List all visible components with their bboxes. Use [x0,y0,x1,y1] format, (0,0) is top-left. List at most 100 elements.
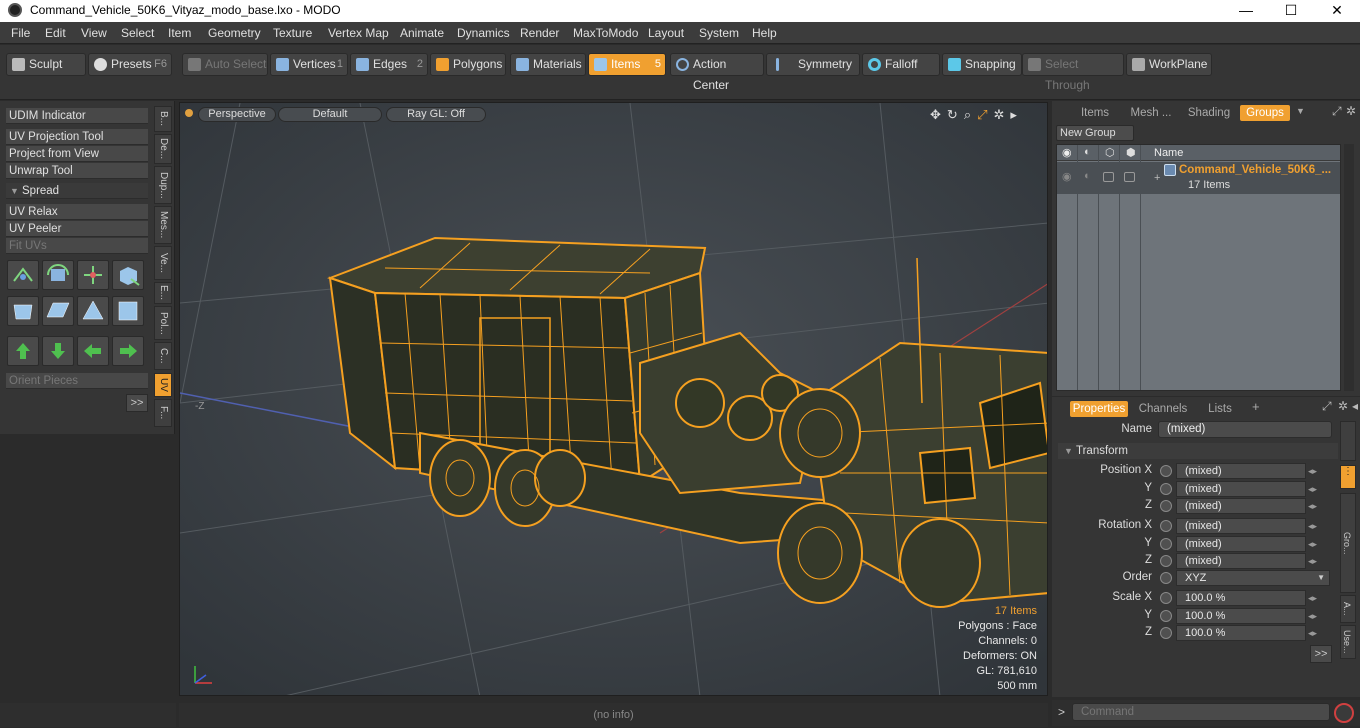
row-lock-checkbox[interactable] [1103,172,1114,182]
vtab-fusion[interactable]: F... [154,399,172,427]
uv-peeler-button[interactable]: UV Peeler [6,221,148,237]
menu-layout[interactable]: Layout [648,26,684,40]
vtab-vertex[interactable]: Ve... [154,246,172,280]
side-tab-groups[interactable]: Gro... [1340,493,1356,593]
rotation-x-stepper[interactable]: ◂▸ [1308,518,1328,534]
more-props-button[interactable]: >> [1310,645,1332,663]
command-input[interactable] [1072,703,1330,721]
pan-icon[interactable]: ✥ [930,107,947,122]
tab-shading[interactable]: Shading [1182,105,1236,121]
position-z-field[interactable]: (mixed) [1176,498,1306,514]
scale-z-field[interactable]: 100.0 % [1176,625,1306,641]
side-tab-user[interactable]: Use... [1340,625,1356,659]
side-tab-active[interactable]: ⋮ [1340,465,1356,489]
new-group-button[interactable]: New Group [1056,125,1134,141]
tab-lists[interactable]: Lists [1198,401,1242,417]
position-y-key[interactable] [1160,483,1172,495]
position-y-stepper[interactable]: ◂▸ [1308,481,1328,497]
position-x-field[interactable]: (mixed) [1176,463,1306,479]
tab-channels[interactable]: Channels [1134,401,1192,417]
uv-grid-icon[interactable] [112,296,144,326]
spread-section[interactable]: ▼ Spread [6,183,148,199]
uv-relax-button[interactable]: UV Relax [6,204,148,220]
menu-texture[interactable]: Texture [273,26,312,40]
scale-x-key[interactable] [1160,592,1172,604]
props-gear-icon[interactable]: ✲ [1338,399,1348,413]
scale-z-stepper[interactable]: ◂▸ [1308,625,1328,641]
uv-plane-icon[interactable] [42,296,74,326]
groups-scrollbar[interactable] [1344,144,1354,391]
polygons-button[interactable]: Polygons [430,53,506,76]
tab-groups[interactable]: Groups [1240,105,1290,121]
viewport-options-dot[interactable] [185,109,193,117]
vtab-uv[interactable]: UV [154,373,172,397]
order-key[interactable] [1160,572,1172,584]
rotation-y-stepper[interactable]: ◂▸ [1308,536,1328,552]
sculpt-button[interactable]: Sculpt [6,53,86,76]
3d-viewport[interactable]: Perspective Default Ray GL: Off ✥↻⌕⤢✲▸ -… [179,102,1048,696]
uv-cube-icon[interactable] [112,260,144,290]
vtab-edge[interactable]: E... [154,282,172,304]
menu-help[interactable]: Help [752,26,777,40]
expand-arrow-icon[interactable]: ▸ [1010,107,1023,122]
arrow-up-icon[interactable] [7,336,39,366]
vtab-polygon[interactable]: Pol... [154,306,172,340]
rotation-x-field[interactable]: (mixed) [1176,518,1306,534]
rotation-x-key[interactable] [1160,520,1172,532]
tab-dropdown-icon[interactable]: ▼ [1296,106,1305,116]
position-y-field[interactable]: (mixed) [1176,481,1306,497]
snapping-button[interactable]: Snapping [942,53,1022,76]
rotation-y-field[interactable]: (mixed) [1176,536,1306,552]
panel-gear-icon[interactable]: ✲ [1346,104,1356,118]
orbit-icon[interactable]: ↻ [947,107,964,122]
order-dropdown[interactable]: XYZ ▼ [1176,570,1330,586]
presets-button[interactable]: Presets F6 [88,53,172,76]
menu-dynamics[interactable]: Dynamics [457,26,510,40]
scale-y-field[interactable]: 100.0 % [1176,608,1306,624]
fit-icon[interactable]: ⤢ [977,107,993,122]
side-tab-a[interactable]: A... [1340,595,1356,623]
scale-y-key[interactable] [1160,610,1172,622]
settings-icon[interactable]: ✲ [994,107,1011,122]
menu-animate[interactable]: Animate [400,26,444,40]
items-button[interactable]: Items 5 [588,53,666,76]
edges-button[interactable]: Edges 2 [350,53,428,76]
position-x-key[interactable] [1160,465,1172,477]
transform-section[interactable]: ▼ Transform [1058,443,1338,459]
menu-maxtomodo[interactable]: MaxToModo [573,26,638,40]
arrow-left-icon[interactable] [77,336,109,366]
vtab-curve[interactable]: C... [154,342,172,370]
row-visibility-icon[interactable]: ◉ [1062,170,1072,183]
menu-render[interactable]: Render [520,26,559,40]
action-center-button[interactable]: Action Center [670,53,764,92]
vertices-button[interactable]: Vertices 1 [270,53,348,76]
position-x-stepper[interactable]: ◂▸ [1308,463,1328,479]
scale-z-key[interactable] [1160,627,1172,639]
scale-x-field[interactable]: 100.0 % [1176,590,1306,606]
rotation-y-key[interactable] [1160,538,1172,550]
menu-vertex-map[interactable]: Vertex Map [328,26,389,40]
rotation-z-key[interactable] [1160,555,1172,567]
name-field[interactable]: (mixed) [1158,421,1332,438]
position-z-stepper[interactable]: ◂▸ [1308,498,1328,514]
minimize-button[interactable]: — [1223,0,1269,22]
vtab-basic[interactable]: B... [154,106,172,132]
zoom-icon[interactable]: ⌕ [964,107,977,122]
row-render-icon[interactable]: ◐ [1084,170,1091,182]
vtab-duplicate[interactable]: Dup... [154,166,172,204]
close-button[interactable]: ✕ [1314,0,1360,22]
arrow-down-icon[interactable] [42,336,74,366]
project-from-view-button[interactable]: Project from View [6,146,148,162]
udim-indicator-button[interactable]: UDIM Indicator [6,108,148,124]
unwrap-tool-button[interactable]: Unwrap Tool [6,163,148,179]
workplane-button[interactable]: WorkPlane [1126,53,1212,76]
tab-properties[interactable]: Properties [1070,401,1128,417]
menu-system[interactable]: System [699,26,739,40]
props-menu-icon[interactable]: ◂ [1352,399,1358,413]
menu-select[interactable]: Select [121,26,154,40]
vtab-mesh[interactable]: Mes... [154,206,172,244]
menu-geometry[interactable]: Geometry [208,26,261,40]
menu-edit[interactable]: Edit [45,26,66,40]
arrow-right-icon[interactable] [112,336,144,366]
shading-style-selector[interactable]: Default [278,107,382,122]
